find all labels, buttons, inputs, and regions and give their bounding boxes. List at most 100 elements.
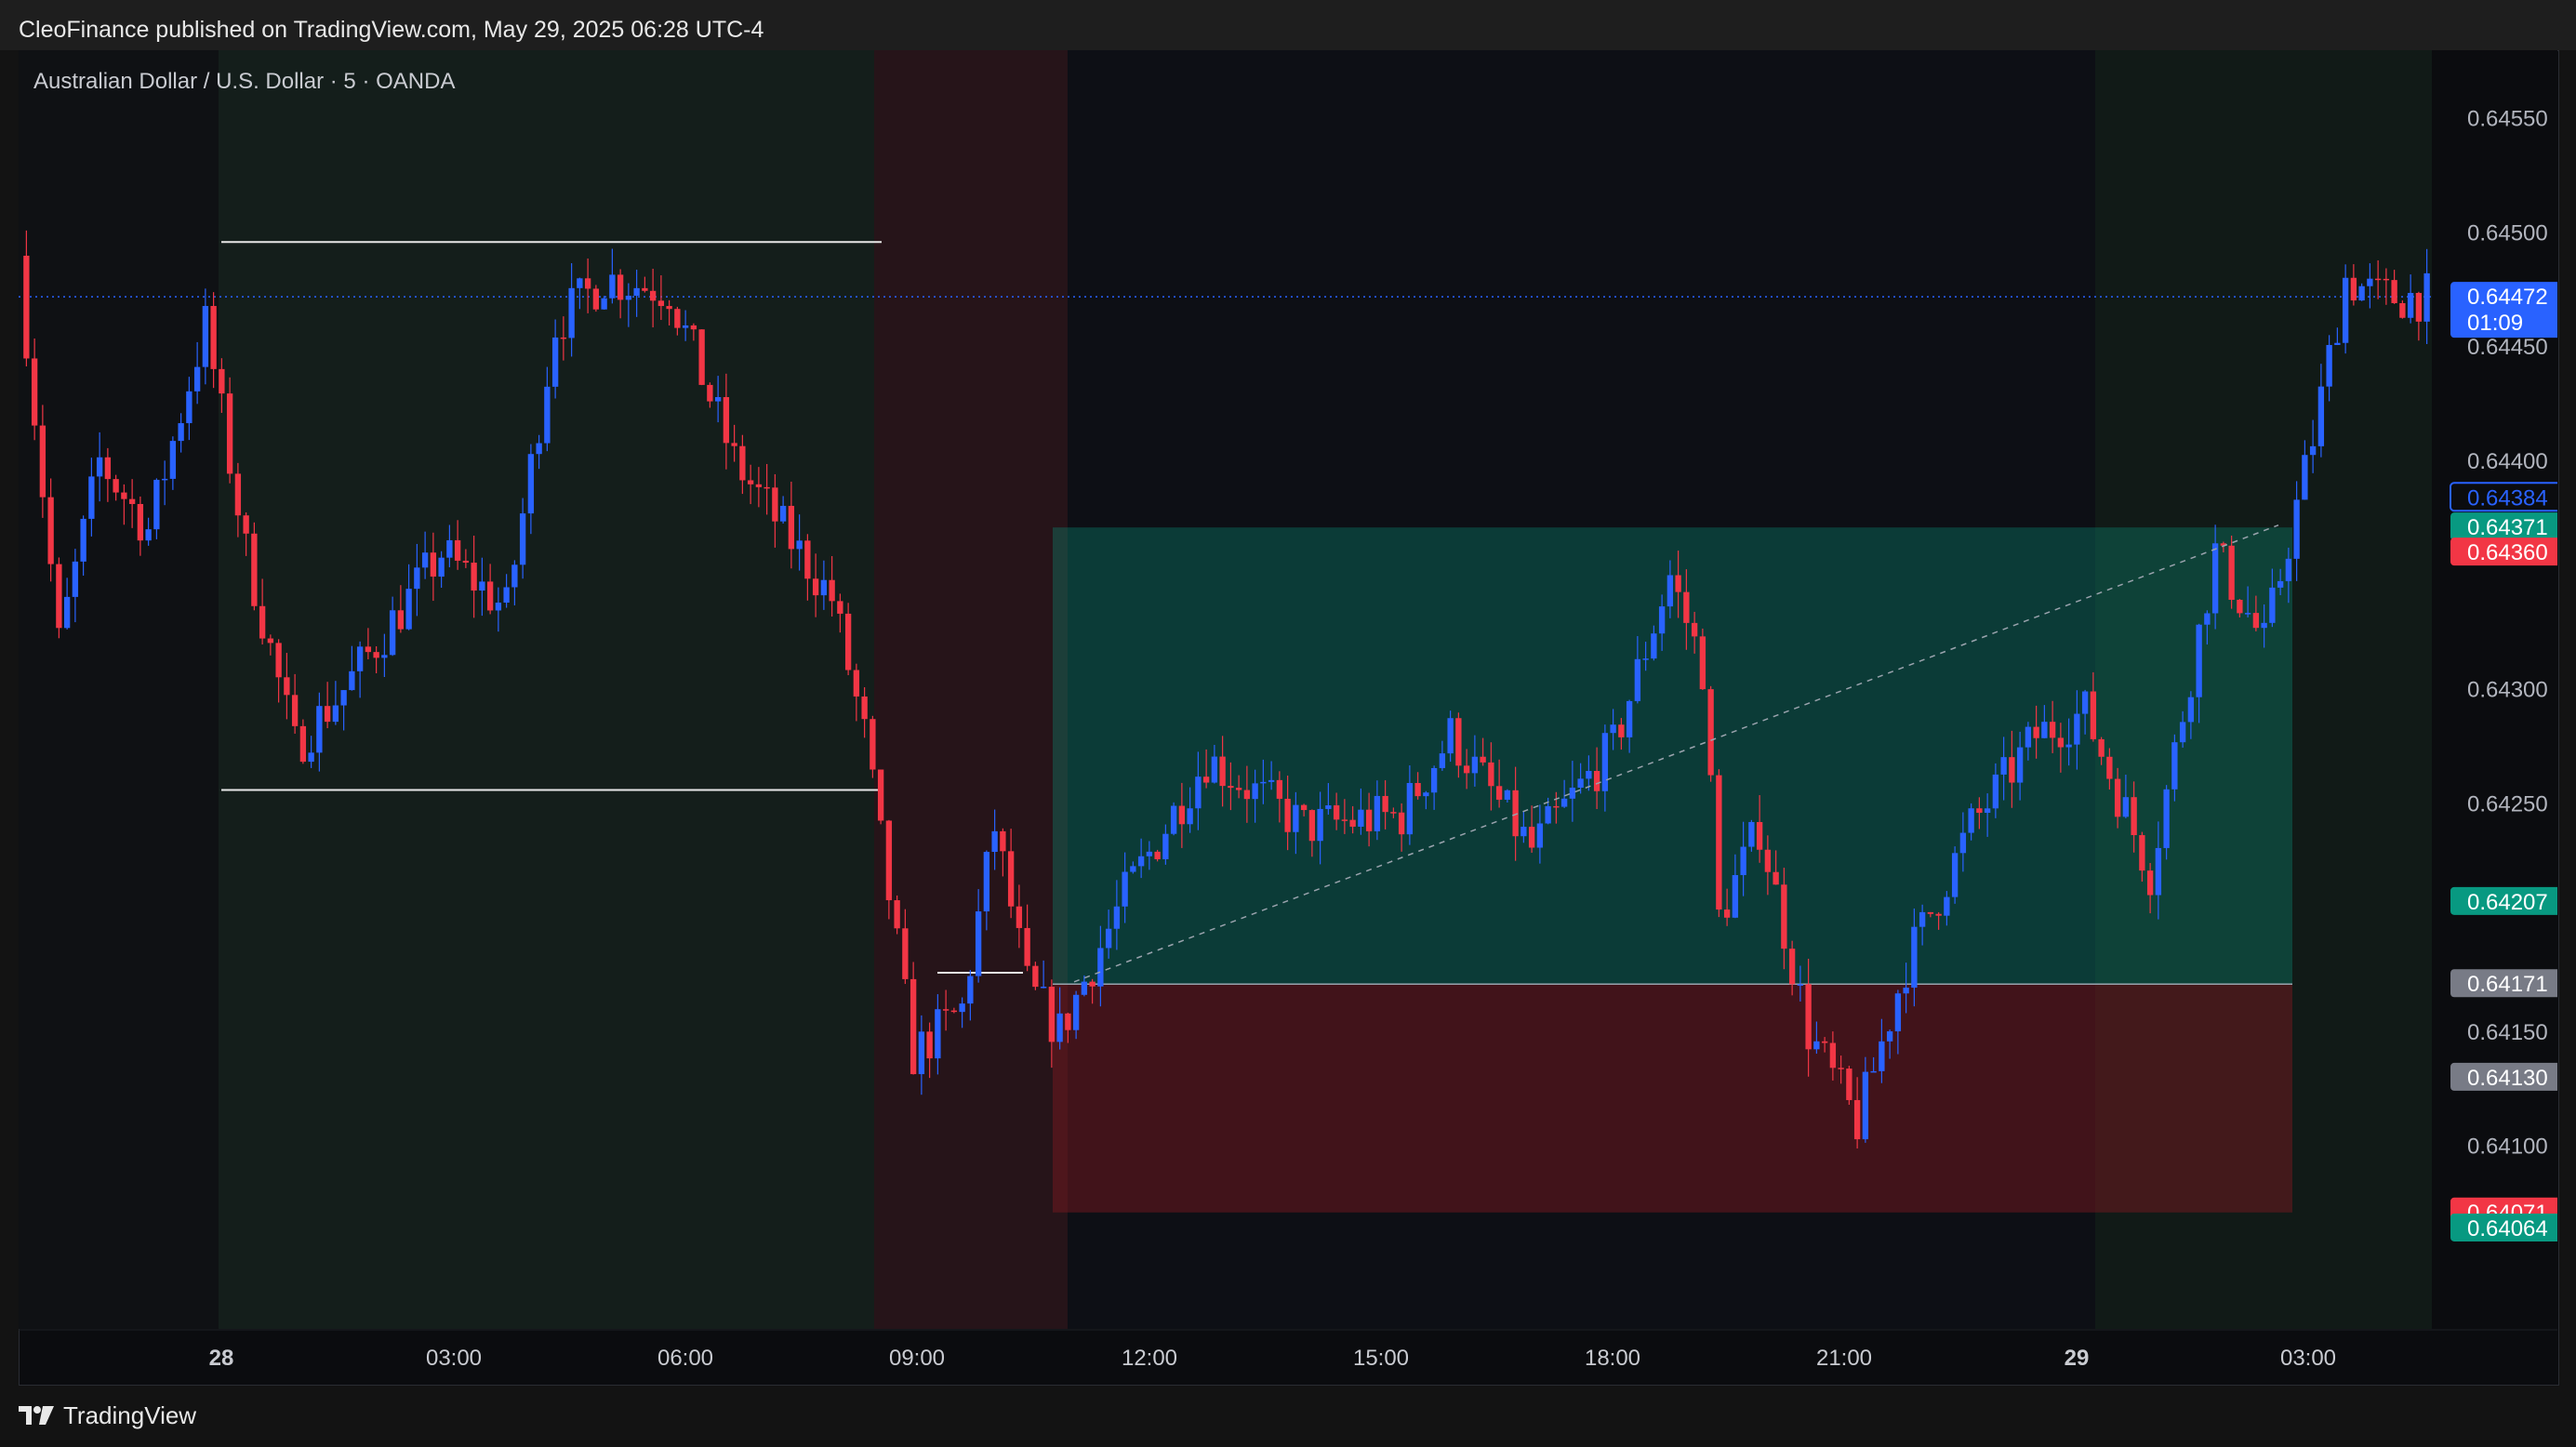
candle-body: [1284, 798, 1291, 832]
candle-body: [991, 830, 998, 853]
candle-body: [1219, 756, 1226, 787]
candle-body: [486, 581, 494, 611]
candle-body: [2081, 691, 2089, 714]
candle-body: [551, 337, 559, 387]
candle-body: [2033, 726, 2039, 738]
candle-body: [2131, 797, 2137, 836]
candle-body: [560, 337, 567, 339]
candle-body: [1072, 994, 1080, 1030]
candle-body: [186, 391, 193, 424]
candle-body: [2065, 744, 2072, 748]
candle-body: [772, 487, 778, 522]
candlestick-chart[interactable]: 28 03:00 06:00 09:00 12:00 15:00 18:00 21:00 29 0…: [19, 50, 2557, 1384]
candle-body: [1235, 788, 1242, 790]
candle-body: [1894, 993, 1902, 1032]
candle-body: [219, 368, 225, 394]
candle-body: [2090, 691, 2097, 739]
candle: [1707, 685, 1714, 782]
candle-body: [674, 309, 681, 328]
candle-body: [495, 603, 502, 611]
candle-body: [446, 539, 453, 558]
candle-body: [747, 480, 754, 485]
candle-body: [723, 397, 730, 444]
x-tick-label: 28: [209, 1346, 234, 1371]
y-tick-label: 0.64100: [2467, 1135, 2548, 1160]
candle-body: [1536, 823, 1544, 848]
candle-body: [1642, 658, 1649, 660]
candle-body: [1341, 819, 1348, 821]
candle-body: [536, 443, 542, 455]
candle-body: [275, 643, 282, 678]
candle-body: [1601, 733, 1609, 791]
candle-body: [1935, 913, 1942, 916]
price-badge-countdown: 01:09: [2467, 311, 2523, 336]
candle-body: [2415, 292, 2423, 322]
candle-body: [1666, 575, 1674, 607]
candle-body: [1577, 778, 1584, 788]
candle-body: [617, 274, 624, 300]
candle-body: [373, 652, 379, 658]
candle-body: [454, 539, 461, 561]
candle: [1032, 962, 1039, 990]
candle-body: [902, 928, 909, 979]
candle-body: [1480, 756, 1486, 763]
candle-body: [63, 596, 71, 629]
candle-body: [316, 706, 323, 753]
candle-body: [609, 274, 616, 299]
candle-body: [113, 479, 119, 493]
candle-body: [1252, 783, 1258, 800]
candle-body: [2049, 722, 2056, 738]
candle-body: [47, 497, 54, 564]
candle-body: [1797, 984, 1804, 986]
candle-body: [544, 386, 551, 444]
candle: [870, 715, 876, 778]
candle-body: [1154, 851, 1161, 859]
candle-body: [584, 278, 591, 289]
candle-body: [1903, 988, 1909, 994]
candle-body: [1691, 622, 1698, 637]
candle-body: [918, 1031, 925, 1075]
candle-body: [421, 552, 429, 568]
candle-body: [389, 610, 396, 656]
candle: [1846, 1066, 1852, 1106]
candle-body: [2025, 726, 2032, 748]
x-tick-label: 12:00: [1122, 1346, 1177, 1371]
candle-body: [2146, 870, 2154, 896]
candle-body: [1423, 792, 1429, 797]
candle: [698, 329, 705, 386]
candle: [2228, 535, 2235, 609]
candle: [1699, 628, 1706, 690]
candle-body: [2342, 277, 2349, 343]
candle-body: [1528, 827, 1535, 848]
candle-body: [779, 505, 787, 522]
candle-body: [812, 578, 819, 596]
candle-body: [1781, 884, 1787, 949]
candle-body: [2374, 278, 2382, 281]
candle-body: [861, 696, 868, 720]
candle: [592, 285, 600, 312]
price-badge: 0.64371: [2450, 512, 2557, 540]
candle-body: [462, 560, 470, 564]
candle-body: [1471, 756, 1479, 774]
candle-body: [788, 505, 795, 550]
price-badge-value: 0.64171: [2467, 972, 2548, 997]
candle-body: [1879, 1041, 1885, 1071]
candle-body: [1512, 790, 1519, 837]
candle-body: [796, 540, 803, 550]
candle-body: [145, 529, 152, 541]
candle-body: [340, 690, 347, 706]
candle-body: [975, 911, 982, 976]
candle-body: [2399, 302, 2406, 318]
candle-body: [2114, 778, 2121, 817]
price-badge: 0.64384: [2450, 482, 2557, 512]
candle-body: [592, 288, 600, 310]
price-badge-value: 0.64130: [2467, 1066, 2548, 1091]
tradingview-brand[interactable]: TradingView: [19, 1400, 196, 1431]
tradingview-logo-icon: [19, 1406, 54, 1425]
candle-body: [1398, 812, 1405, 835]
candle-body: [1764, 849, 1772, 872]
candle-body: [967, 976, 974, 1004]
candle-body: [633, 287, 640, 297]
price-badge: 0.64360: [2450, 538, 2557, 565]
candle-body: [1520, 827, 1527, 837]
